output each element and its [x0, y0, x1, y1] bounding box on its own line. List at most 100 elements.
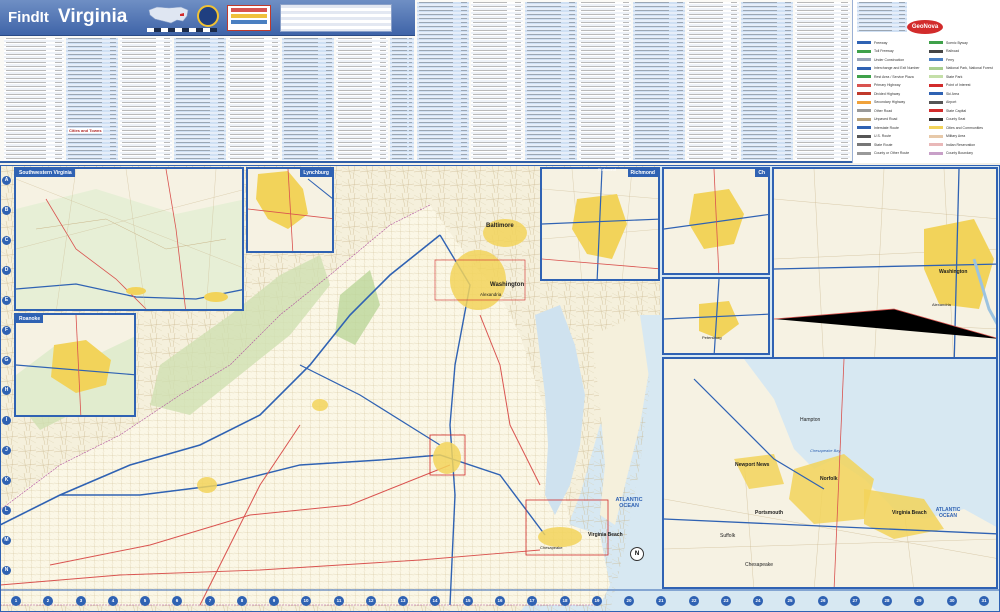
legend-item: County or Other Route [857, 151, 909, 156]
legend-label: Military Area [946, 134, 966, 138]
legend-item: Ferry [929, 57, 954, 62]
grid-column-marker: 21 [656, 596, 666, 606]
legend-label: Interchange and Exit Number [874, 66, 920, 70]
inset-title: Southwestern Virginia [16, 169, 75, 177]
grid-row-marker: L [2, 506, 11, 515]
grid-column-marker: 8 [237, 596, 247, 606]
legend-label: State Park [946, 74, 963, 79]
legend-swatch [857, 75, 871, 78]
title-block: FindIt Virginia [0, 0, 415, 36]
grid-column-marker: 16 [495, 596, 505, 606]
city-label-suffolk: Suffolk [720, 533, 736, 539]
grid-column-marker: 27 [850, 596, 860, 606]
mini-legend [227, 5, 271, 31]
legend-item: Rest Area / Service Plaza [857, 74, 914, 79]
grid-column-marker: 5 [140, 596, 150, 606]
inset-map [664, 359, 996, 587]
legend-item: Cities and Communities [929, 125, 983, 130]
legend-swatch [929, 92, 943, 95]
scale-bar [147, 28, 217, 32]
us-locator-map-icon [148, 6, 189, 24]
index-column [525, 2, 577, 160]
legend-item: Point of Interest [929, 83, 971, 88]
inset-title: Lynchburg [300, 169, 332, 177]
legend-label: Point of Interest [946, 83, 971, 87]
legend-label: Railroad [946, 49, 960, 53]
grid-row-marker: I [2, 416, 11, 425]
legend-swatch [857, 92, 871, 95]
legend-swatch [857, 126, 871, 129]
grid-column-marker: 17 [527, 596, 537, 606]
inset-title: Ch [755, 169, 768, 177]
legend-item: Primary Highway [857, 83, 900, 88]
legend-swatch [857, 41, 871, 44]
legend-item: U.S. Route [857, 134, 891, 139]
grid-column-marker: 9 [269, 596, 279, 606]
legend-item: Under Construction [857, 57, 904, 62]
legend-swatch [929, 41, 943, 44]
legend-swatch [929, 49, 943, 53]
index-column [857, 2, 907, 32]
grid-column-marker: 29 [914, 596, 924, 606]
index-column [417, 2, 469, 160]
city-label-norfolk: Norfolk [820, 476, 838, 482]
bay-label: Chesapeake Bay [810, 448, 841, 453]
legend-label: Secondary Highway [874, 100, 906, 104]
legend-item: Railroad [929, 49, 959, 54]
city-label-washington-inset: Washington [939, 269, 968, 275]
legend-item: Freeway [857, 40, 887, 45]
inset-title: Richmond [627, 169, 658, 177]
grid-column-marker: 13 [398, 596, 408, 606]
grid-row-marker: H [2, 386, 11, 395]
grid-row-marker: D [2, 266, 11, 275]
index-column [336, 38, 388, 160]
ocean-label-inset: ATLANTIC OCEAN [935, 507, 961, 519]
grid-column-marker: 18 [560, 596, 570, 606]
grid-column-marker: 19 [592, 596, 602, 606]
index-column [687, 2, 739, 160]
city-label-richmond: Richmond [598, 167, 617, 172]
legend-item: Military Area [929, 134, 965, 139]
grid-row-marker: N [2, 566, 11, 575]
city-label-baltimore: Baltimore [486, 223, 514, 229]
index-column [66, 38, 118, 160]
grid-column-marker: 3 [76, 596, 86, 606]
brand-title: FindIt [8, 9, 49, 26]
city-label-chesapeake: Chesapeake [540, 545, 563, 550]
city-label-virginia-beach: Virginia Beach [588, 532, 623, 538]
wall-map: FindIt Virginia Cities and Towns GeoNova… [0, 0, 1000, 612]
legend-swatch [857, 58, 871, 61]
grid-row-marker: C [2, 236, 11, 245]
legend-label: U.S. Route [874, 134, 892, 138]
cities-towns-heading: Cities and Towns [68, 128, 103, 133]
legend-swatch [857, 143, 871, 146]
grid-row-marker: K [2, 476, 11, 485]
grid-column-marker: 14 [430, 596, 440, 606]
inset-charlottesville: Ch [662, 167, 770, 275]
legend-item: National Park, National Forest [929, 66, 993, 71]
grid-column-marker: 25 [785, 596, 795, 606]
grid-column-marker: 28 [882, 596, 892, 606]
grid-column-marker: 10 [301, 596, 311, 606]
inset-map [664, 279, 768, 353]
legend-swatch [929, 126, 943, 129]
map-legend: GeoNova Freeway Toll Freeway Under Constru… [852, 0, 1000, 163]
grid-row-marker: F [2, 326, 11, 335]
grid-column-marker: 20 [624, 596, 634, 606]
grid-row-marker: J [2, 446, 11, 455]
legend-item: Airport [929, 100, 956, 105]
legend-label: County or Other Route [874, 151, 910, 155]
legend-swatch [857, 117, 871, 121]
city-label-hampton: Hampton [800, 417, 821, 423]
index-column [471, 2, 523, 160]
legend-item: State Capital [929, 108, 966, 113]
legend-swatch [857, 134, 871, 138]
legend-swatch [929, 134, 943, 138]
legend-label: Ski Area [946, 91, 960, 96]
legend-item: Secondary Highway [857, 100, 905, 105]
legend-label: Toll Freeway [874, 49, 894, 53]
grid-column-marker: 26 [818, 596, 828, 606]
legend-swatch [929, 75, 943, 78]
grid-row-marker: B [2, 206, 11, 215]
legend-item: Ski Area [929, 91, 959, 96]
